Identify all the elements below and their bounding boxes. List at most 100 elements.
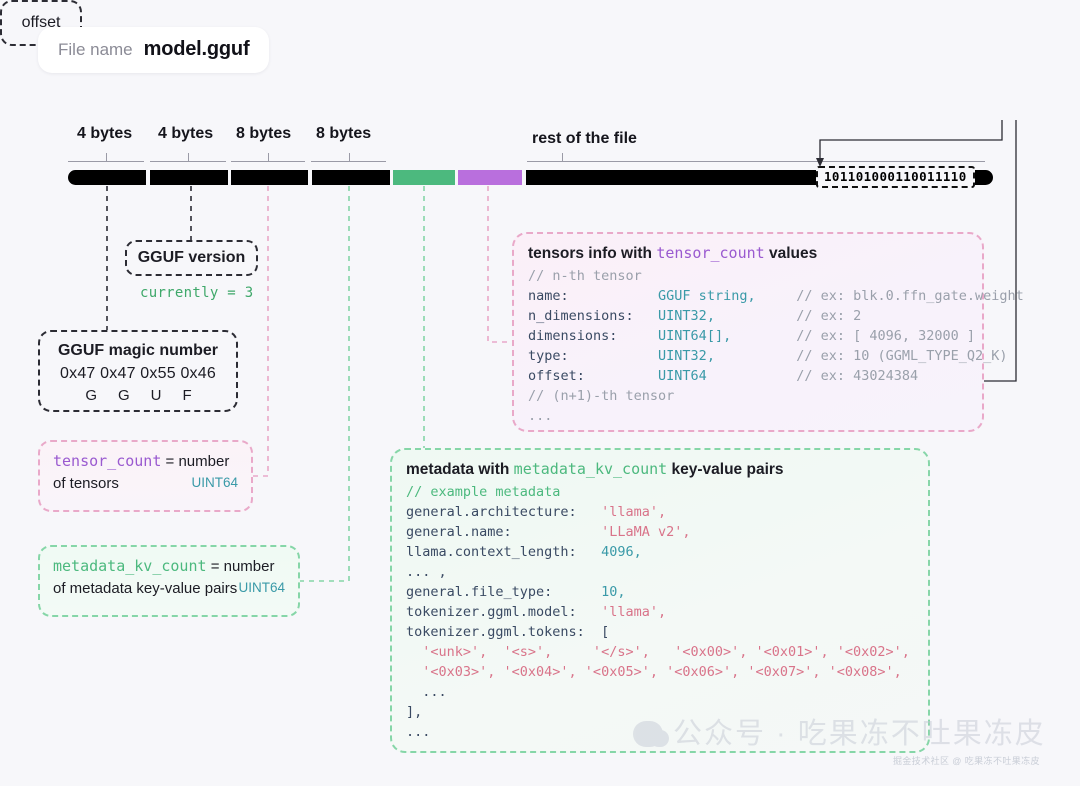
offset-bits-value: 101101000110011110 (816, 166, 975, 188)
segment-label-3: 8 bytes (316, 125, 372, 142)
metadata-row: general.name: 'LLaMA v2', (406, 522, 928, 542)
metadata-panel: metadata with metadata_kv_count key-valu… (390, 448, 930, 753)
tensor-row-comment: ... (528, 408, 553, 424)
tensor-row-comment: // n-th tensor (528, 268, 642, 284)
metadata-row: '<0x03>', '<0x04>', '<0x05>', '<0x06>', … (406, 662, 928, 682)
metadata-row-key: general.name: (406, 524, 602, 540)
tensor-field-row: type: UINT32, // ex: 10 (GGML_TYPE_Q2_K) (528, 346, 1008, 366)
metadata-row-key: tokenizer.ggml.tokens: (406, 624, 602, 640)
tensor-row-field: n_dimensions: (528, 308, 659, 324)
bar-block-tensors-info (458, 170, 522, 185)
bar-block-rest (526, 170, 816, 185)
tensor-field-row: // n-th tensor (528, 266, 982, 286)
tensor-field-row: // (n+1)-th tensor (528, 386, 982, 406)
metadata-row: llama.context_length: 4096, (406, 542, 928, 562)
metadata-row: tokenizer.ggml.tokens: [ (406, 622, 928, 642)
gguf-version-title: GGUF version (137, 249, 246, 266)
metadata-row: tokenizer.ggml.model: 'llama', (406, 602, 928, 622)
metadata-row: // example metadata (406, 482, 928, 502)
tensor-field-row: ... (528, 406, 982, 426)
tensors-title-pre: tensors info with (528, 245, 657, 262)
metadata-kv-count-line1: metadata_kv_count = number (53, 555, 285, 578)
bar-block-version (150, 170, 228, 185)
file-name-label: File name (58, 40, 133, 59)
rest-of-file-label: rest of the file (532, 130, 637, 147)
segment-label-0: 4 bytes (77, 125, 133, 142)
tensor-row-comment: // ex: blk.0.ffn_gate.weight (796, 288, 1024, 304)
metadata-row-value: 4096, (601, 544, 642, 560)
tensor-row-comment: // (n+1)-th tensor (528, 388, 675, 404)
metadata-kv-count-eq: = number (206, 558, 275, 575)
tensors-rows: // n-th tensor name: GGUF string, // ex: … (528, 266, 1024, 426)
tensors-title-code: tensor_count (656, 244, 765, 262)
segment-label-2: 8 bytes (236, 125, 292, 142)
metadata-row-plain: ... (406, 724, 431, 740)
tensors-panel-title: tensors info with tensor_count values (528, 244, 982, 263)
tensors-title-post: values (764, 245, 818, 262)
tensor-row-field: dimensions: (528, 328, 659, 344)
bar-block-metadata (393, 170, 455, 185)
magic-hex: 0x47 0x47 0x55 0x46 (60, 365, 216, 382)
watermark: 公众号 · 吃果冻不吐果冻皮 (633, 718, 1046, 750)
tensor-field-row: name: GGUF string, // ex: blk.0.ffn_gate… (528, 286, 1024, 306)
metadata-row: ... (406, 682, 928, 702)
metadata-row-value: 'llama', (601, 504, 667, 520)
tensors-info-panel: tensors info with tensor_count values //… (512, 232, 1024, 432)
metadata-row-plain: ... , (406, 564, 447, 580)
metadata-row-key: llama.context_length: (406, 544, 602, 560)
metadata-row-value: 'LLaMA v2', (601, 524, 691, 540)
tensor-row-field: offset: (528, 368, 659, 384)
segment-label-1: 4 bytes (158, 125, 214, 142)
ruler-segment-1 (150, 150, 226, 162)
tensor-row-type: UINT64[], (658, 328, 797, 344)
tensor-row-field: type: (528, 348, 659, 364)
metadata-row-key: tokenizer.ggml.model: (406, 604, 602, 620)
metadata-title-post: key-value pairs (667, 461, 784, 478)
metadata-row: '<unk>', '<s>', '</s>', '<0x00>', '<0x01… (406, 642, 928, 662)
tensor-row-type: UINT32, (658, 308, 797, 324)
metadata-row-tokens: '<unk>', '<s>', '</s>', '<0x00>', '<0x01… (406, 644, 910, 660)
byte-layout-bar: 101101000110011110 (68, 166, 993, 188)
ruler-segment-0 (68, 150, 144, 162)
tensor-count-box: tensor_count = number of tensors UINT64 (38, 440, 253, 512)
tensor-count-name: tensor_count (53, 452, 162, 470)
metadata-panel-title: metadata with metadata_kv_count key-valu… (406, 460, 928, 479)
gguf-version-box: GGUF version (125, 240, 258, 276)
tensor-row-comment: // ex: 2 (796, 308, 862, 324)
metadata-row: general.file_type: 10, (406, 582, 928, 602)
metadata-title-pre: metadata with (406, 461, 514, 478)
tensor-count-eq: = number (161, 453, 230, 470)
wechat-icon (633, 721, 669, 747)
metadata-kv-count-name: metadata_kv_count (53, 557, 207, 575)
metadata-row-tokens: '<0x03>', '<0x04>', '<0x05>', '<0x06>', … (406, 664, 902, 680)
metadata-row-value: 10, (601, 584, 626, 600)
tensor-row-type: GGUF string, (658, 288, 797, 304)
file-name-value: model.gguf (143, 38, 250, 60)
file-name-chip: File name model.gguf (38, 27, 270, 73)
tensor-field-row: offset: UINT64 // ex: 43024384 (528, 366, 982, 386)
metadata-row-plain: ], (406, 704, 423, 720)
magic-chars: GGUF (85, 387, 213, 404)
magic-title: GGUF magic number (57, 342, 219, 359)
metadata-row-key: general.file_type: (406, 584, 602, 600)
bar-block-tensor-count (231, 170, 308, 185)
tensor-field-row: n_dimensions: UINT32, // ex: 2 (528, 306, 982, 326)
metadata-kv-count-box: metadata_kv_count = number of metadata k… (38, 545, 300, 617)
metadata-rows: // example metadata general.architecture:… (406, 482, 928, 742)
bar-block-magic (68, 170, 146, 185)
metadata-row-key: general.architecture: (406, 504, 602, 520)
tensor-row-type: UINT32, (658, 348, 797, 364)
metadata-row-comment: // example metadata (406, 484, 561, 500)
ruler-segment-2 (231, 150, 305, 162)
metadata-row: general.architecture: 'llama', (406, 502, 928, 522)
metadata-row: ... , (406, 562, 928, 582)
tensor-count-line1: tensor_count = number (53, 450, 238, 473)
gguf-version-note: currently = 3 (140, 285, 254, 301)
metadata-title-code: metadata_kv_count (513, 460, 668, 478)
tensor-row-type: UINT64 (658, 368, 797, 384)
tensor-row-field: name: (528, 288, 659, 304)
gguf-magic-number-box: GGUF magic number 0x47 0x47 0x55 0x46 GG… (38, 330, 238, 412)
watermark-text: 公众号 · 吃果冻不吐果冻皮 (673, 718, 1046, 750)
tensor-row-comment: // ex: 10 (GGML_TYPE_Q2_K) (796, 348, 1008, 364)
ruler-segment-3 (311, 150, 386, 162)
